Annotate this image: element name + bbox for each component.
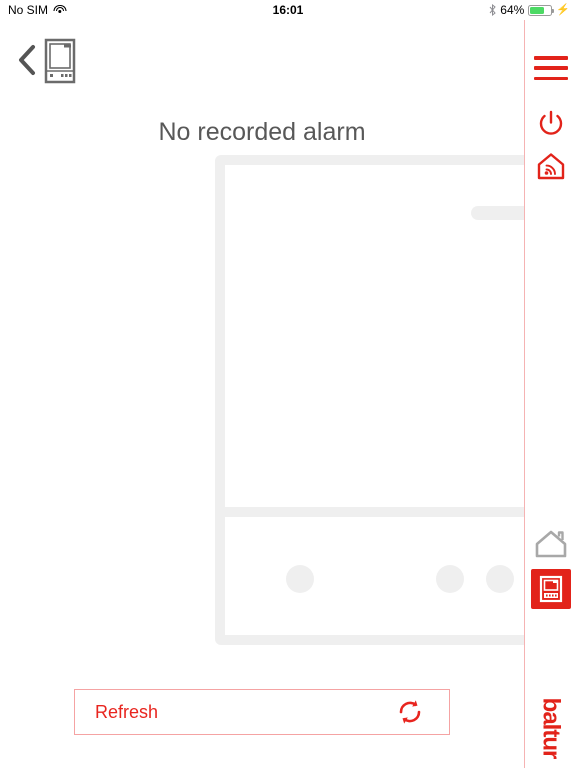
refresh-button[interactable]: Refresh bbox=[74, 689, 450, 735]
chevron-left-icon bbox=[19, 45, 35, 75]
home-wifi-icon[interactable] bbox=[536, 152, 566, 180]
hamburger-menu-icon[interactable] bbox=[533, 56, 568, 80]
battery-icon bbox=[528, 4, 555, 16]
page-title: No recorded alarm bbox=[158, 118, 366, 146]
panel-dot-2 bbox=[436, 565, 464, 593]
baltur-logo: baltur bbox=[531, 688, 571, 768]
refresh-icon bbox=[396, 698, 424, 726]
burner-device-icon bbox=[44, 38, 76, 84]
bluetooth-icon bbox=[489, 4, 496, 16]
panel-dot-3 bbox=[486, 565, 514, 593]
status-bar-right: 64% ⚡ bbox=[489, 0, 570, 20]
baltur-logo-text: baltur bbox=[537, 697, 565, 759]
main-content: No recorded alarm Refresh bbox=[0, 98, 535, 768]
status-bar: No SIM 16:01 64% ⚡ bbox=[0, 0, 576, 20]
sidebar-item-device[interactable] bbox=[530, 569, 571, 609]
charging-bolt-icon: ⚡ bbox=[556, 3, 570, 16]
burner-device-icon bbox=[539, 575, 562, 603]
device-illustration-panel bbox=[215, 155, 535, 645]
header-bar bbox=[0, 26, 524, 98]
home-icon[interactable] bbox=[534, 529, 568, 559]
battery-percent-label: 64% bbox=[500, 3, 525, 17]
back-button[interactable] bbox=[6, 36, 48, 84]
panel-divider bbox=[225, 507, 525, 517]
app-root: No SIM 16:01 64% ⚡ No recorded alarm Ref… bbox=[0, 0, 576, 768]
power-icon[interactable] bbox=[536, 108, 566, 138]
refresh-button-label: Refresh bbox=[95, 701, 159, 722]
right-sidebar: baltur bbox=[524, 20, 576, 768]
panel-controls-area bbox=[225, 517, 525, 635]
panel-dot-1 bbox=[286, 565, 314, 593]
